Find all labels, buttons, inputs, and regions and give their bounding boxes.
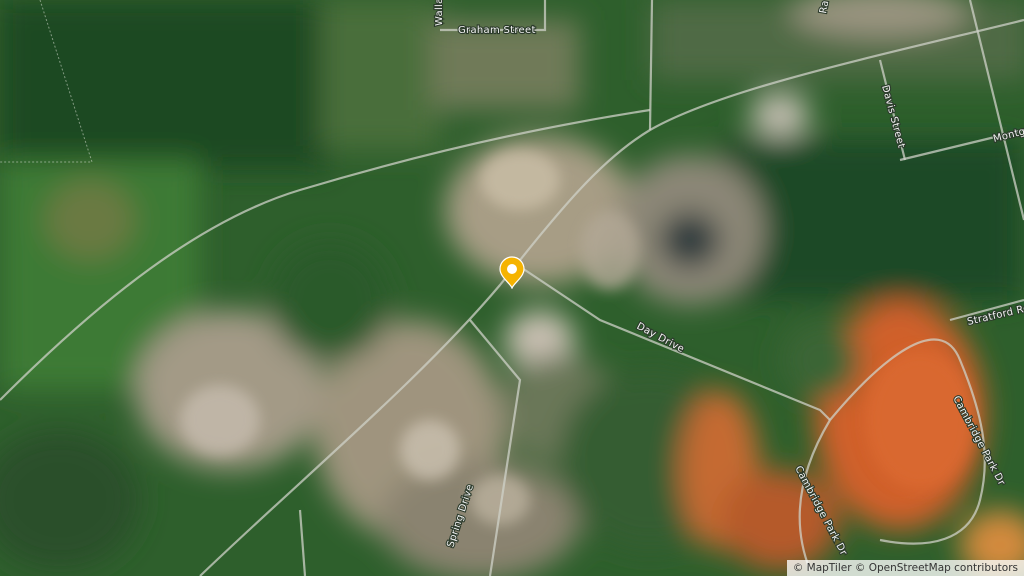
street-label-rail: Ra [818,0,831,15]
pin-center-dot [507,264,517,274]
street-label-wallace: Walla [434,0,445,26]
map-attribution: © MapTiler © OpenStreetMap contributors [786,560,1024,576]
attribution-osm-link[interactable]: © OpenStreetMap contributors [855,562,1018,574]
street-label-graham: Graham Street [458,25,536,36]
location-pin-icon[interactable] [497,255,527,289]
attribution-maptiler-link[interactable]: © MapTiler [793,562,852,574]
